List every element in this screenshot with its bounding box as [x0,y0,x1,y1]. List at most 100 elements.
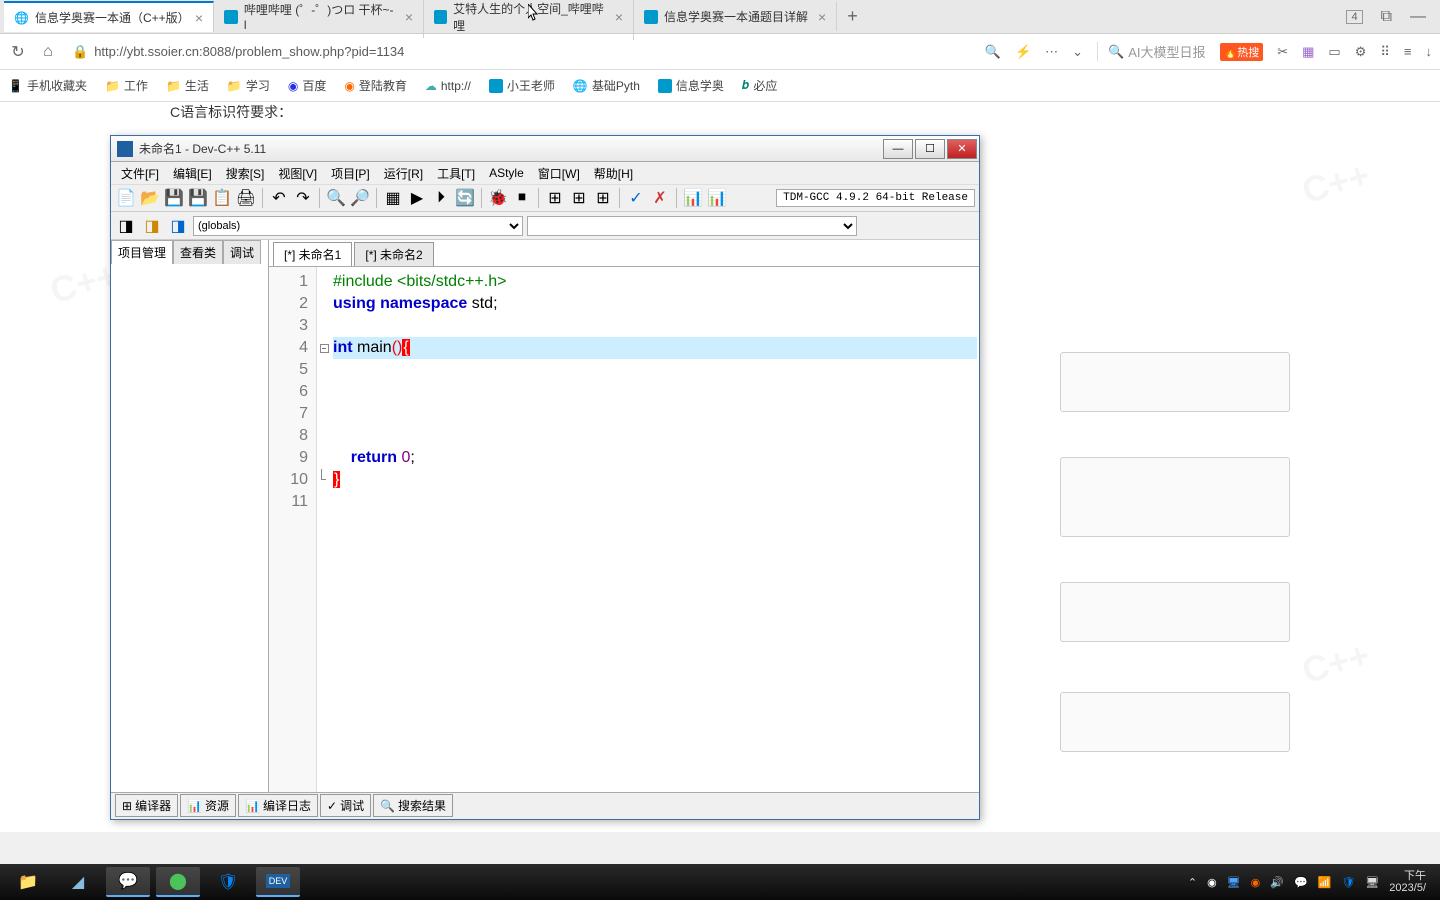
replace-icon[interactable]: 🔎 [349,187,371,209]
home-button[interactable]: ⌂ [38,42,58,62]
browser-tab-1[interactable]: 🌐 信息学奥赛一本通（C++版） × [4,1,214,32]
tray-icon[interactable]: 🖥 [1227,876,1241,889]
browser-tab-4[interactable]: 信息学奥赛一本通题目详解 × [634,2,837,31]
menu-project[interactable]: 项目[P] [325,163,376,184]
open-icon[interactable]: 📂 [139,187,161,209]
bookmark-http[interactable]: ☁http:// [425,79,471,93]
menu-window[interactable]: 窗口[W] [532,163,586,184]
chevron-up-icon[interactable]: ⌃ [1188,876,1197,889]
tab-classes[interactable]: 查看类 [173,240,223,264]
save-all-icon[interactable]: 💾 [187,187,209,209]
close-icon[interactable]: × [195,10,203,26]
menu-run[interactable]: 运行[R] [378,163,429,184]
gprof-icon[interactable]: 📊 [706,187,728,209]
network-icon[interactable]: 📶 [1318,876,1332,889]
tab-compiler[interactable]: ⊞编译器 [115,794,178,817]
delete-icon[interactable]: ✗ [649,187,671,209]
menu-view[interactable]: 视图[V] [272,163,323,184]
grid2-icon[interactable]: ⊞ [568,187,590,209]
debug-icon[interactable]: 🐞 [487,187,509,209]
wechat-tray-icon[interactable]: 💬 [1294,876,1308,889]
redo-icon[interactable]: ↷ [292,187,314,209]
bookmark-login[interactable]: ◉登陆教育 [344,77,407,94]
tab-debug-bottom[interactable]: ✓调试 [320,794,371,817]
bookmark-bing[interactable]: 𝒃必应 [742,77,777,94]
title-bar[interactable]: 未命名1 - Dev-C++ 5.11 — ☐ ✕ [111,136,979,162]
menu-astyle[interactable]: AStyle [483,164,530,182]
taskbar-security[interactable]: 🛡 [206,867,250,897]
taskbar-clock[interactable]: 下午 2023/5/ [1389,870,1426,894]
grid-icon[interactable]: ⚙ [1355,44,1367,60]
hot-badge[interactable]: 🔥热搜 [1220,43,1264,61]
scope-combo[interactable]: (globals) [193,216,523,236]
bookmark-baidu[interactable]: ◉百度 [288,77,327,94]
tab-count-badge[interactable]: 4 [1346,10,1362,24]
code-text[interactable]: #include <bits/stdc++.h> using namespace… [331,267,979,792]
check-icon[interactable]: ✓ [625,187,647,209]
download-icon[interactable]: ↓ [1426,44,1433,59]
more-icon[interactable]: ⋯ [1045,44,1058,60]
close-icon[interactable]: × [405,9,413,25]
fold-toggle-icon[interactable]: − [320,344,329,353]
taskbar-devcpp[interactable]: DEV [256,867,300,897]
tray-icon[interactable]: ◉ [1251,876,1261,889]
menu-tools[interactable]: 工具[T] [431,163,481,184]
menu-search[interactable]: 搜索[S] [220,163,271,184]
profile-icon[interactable]: 📊 [682,187,704,209]
find-icon[interactable]: 🔍 [325,187,347,209]
compile-run-icon[interactable]: ⏵ [430,187,452,209]
volume-icon[interactable]: 🔊 [1270,876,1284,889]
close-button[interactable]: ✕ [947,139,977,159]
browser-tab-2[interactable]: 哔哩哔哩 (゜-゜)つロ 干杯~-l × [214,0,424,38]
print-icon[interactable]: 🖨 [235,187,257,209]
function-combo[interactable] [527,216,857,236]
tab-project[interactable]: 项目管理 [111,240,173,264]
taskbar-explorer[interactable]: 📁 [6,867,50,897]
tray-icon[interactable]: 🖥 [1365,876,1379,889]
minimize-button[interactable]: — [883,139,913,159]
grid3-icon[interactable]: ⊞ [592,187,614,209]
stop-icon[interactable]: ⏹ [511,187,533,209]
bookmark-info[interactable]: 信息学奥 [658,77,724,94]
bookmark-work[interactable]: 📁工作 [105,77,148,94]
maximize-button[interactable]: ☐ [915,139,945,159]
run-icon[interactable]: ▶ [406,187,428,209]
save-icon[interactable]: 💾 [163,187,185,209]
menu-edit[interactable]: 编辑[E] [167,163,218,184]
compiler-selector[interactable]: TDM-GCC 4.9.2 64-bit Release [776,189,975,207]
tab-search-results[interactable]: 🔍搜索结果 [373,794,453,817]
bookmark-mobile[interactable]: 📱手机收藏夹 [8,77,87,94]
apps-icon[interactable]: ⠿ [1380,44,1390,60]
taskbar-wechat[interactable]: 💬 [106,867,150,897]
tab-compile-log[interactable]: 📊编译日志 [238,794,318,817]
menu-icon[interactable]: ≡ [1404,44,1412,59]
file-tab-1[interactable]: [*] 未命名1 [273,242,352,266]
new-file-icon[interactable]: 📄 [115,187,137,209]
search-placeholder[interactable]: AI大模型日报 [1128,42,1205,61]
goto3-icon[interactable]: ◨ [167,215,189,237]
window-restore-icon[interactable]: ⧉ [1381,8,1392,26]
bookmark-python[interactable]: 🌐基础Pyth [573,77,640,94]
url-field[interactable]: 🔒 http://ybt.ssoier.cn:8088/problem_show… [68,40,408,64]
rebuild-icon[interactable]: 🔄 [454,187,476,209]
bookmark-life[interactable]: 📁生活 [166,77,209,94]
compile-icon[interactable]: ▦ [382,187,404,209]
tab-debug[interactable]: 调试 [223,240,261,264]
tray-icon[interactable]: 🛡 [1341,876,1355,889]
cut-icon[interactable]: ✂ [1277,44,1288,60]
close-icon[interactable]: × [818,9,826,25]
taskbar-browser[interactable]: ⬤ [156,867,200,897]
bookmark-teacher[interactable]: 小王老师 [489,77,555,94]
grid1-icon[interactable]: ⊞ [544,187,566,209]
menu-file[interactable]: 文件[F] [115,163,165,184]
chevron-down-icon[interactable]: ⌄ [1072,44,1083,60]
extension-icon[interactable]: ▦ [1302,44,1314,60]
new-tab-button[interactable]: + [837,2,868,31]
tab-resources[interactable]: 📊资源 [180,794,236,817]
zoom-icon[interactable]: 🔍 [985,44,1001,60]
file-tab-2[interactable]: [*] 未命名2 [354,242,433,266]
reload-button[interactable]: ↻ [8,42,28,62]
close-icon[interactable]: × [615,9,623,25]
code-editor[interactable]: 1 2 3 4 5 6 7 8 9 10 11 − [269,267,979,792]
tray-icon[interactable]: ◉ [1207,876,1217,889]
